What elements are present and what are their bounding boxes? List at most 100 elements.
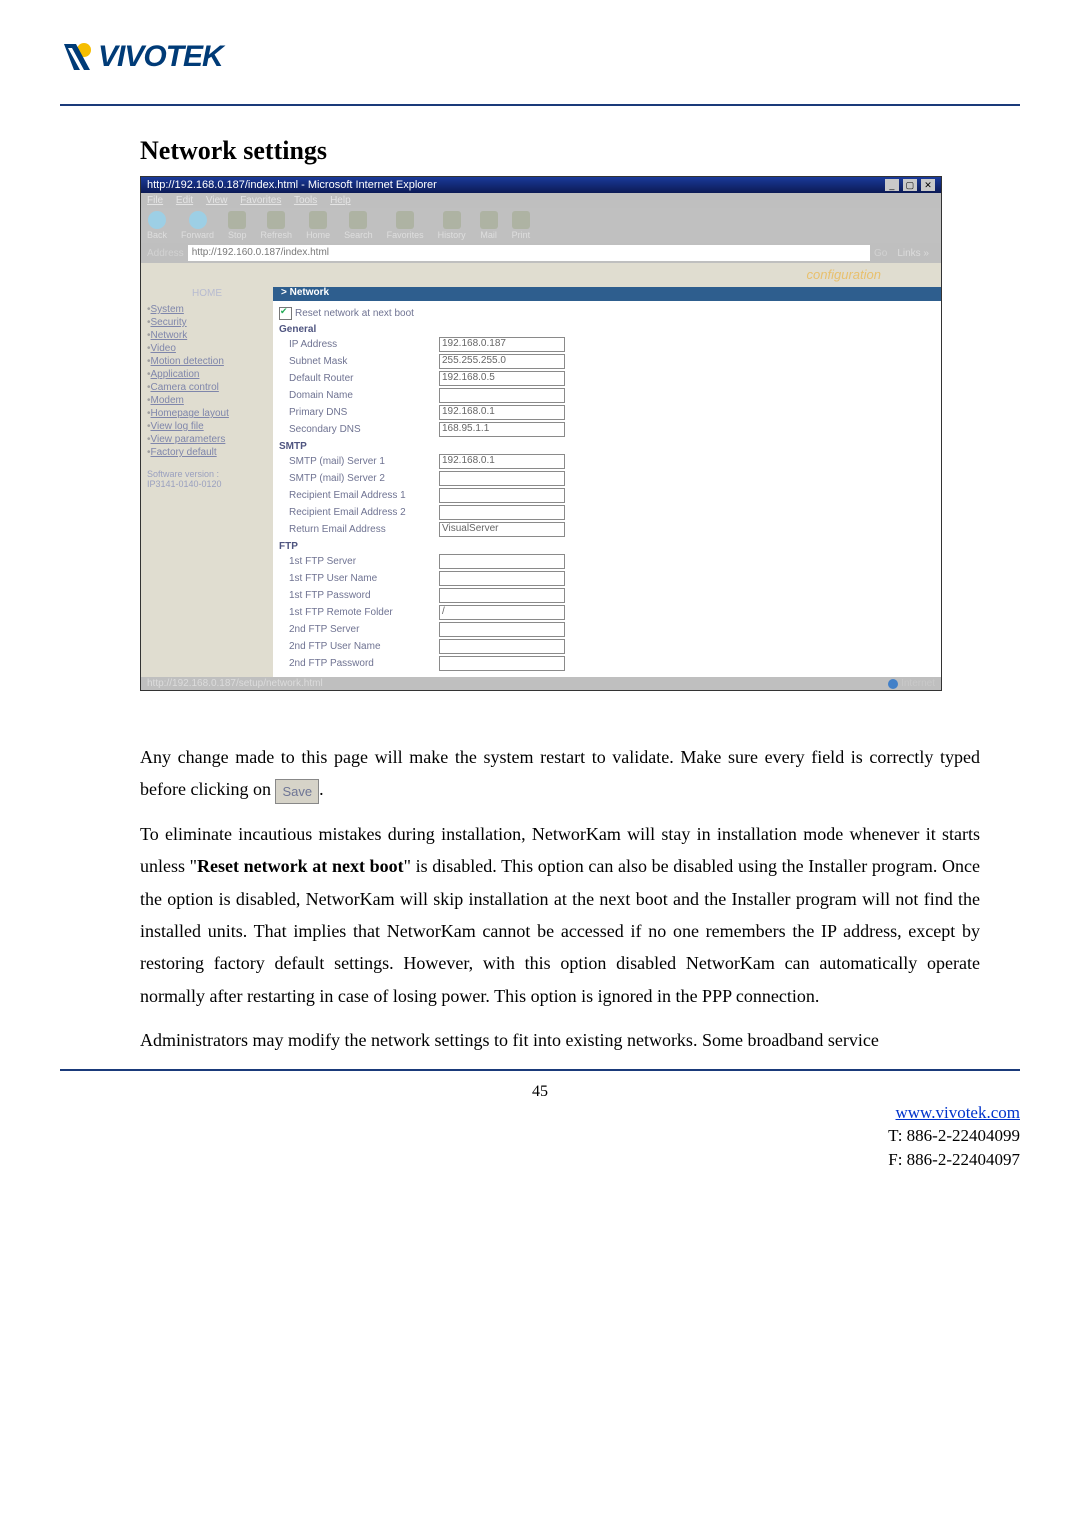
menu-file[interactable]: File [147,195,163,206]
sidebar-item-factory[interactable]: Factory default [147,446,267,459]
ftpu2-input[interactable] [439,639,565,654]
brand-logo: VIVOTEK [60,40,1020,74]
smtp2-input[interactable] [439,471,565,486]
paragraph-2: To eliminate incautious mistakes during … [140,818,980,1012]
sidebar-home[interactable]: HOME [147,288,267,299]
minimize-icon[interactable]: _ [885,179,899,191]
ret-input[interactable]: VisualServer [439,522,565,537]
domain-input[interactable] [439,388,565,403]
favorites-icon [396,211,414,229]
sidebar-item-motion[interactable]: Motion detection [147,355,267,368]
menu-help[interactable]: Help [330,195,351,206]
rcpt1-label: Recipient Email Address 1 [279,490,439,501]
maximize-icon[interactable]: ▢ [903,179,917,191]
print-button[interactable]: Print [512,211,531,240]
software-version: Software version : IP3141-0140-0120 [147,469,267,489]
home-button[interactable]: Home [306,211,330,240]
ftp2-label: 2nd FTP Server [279,624,439,635]
ftpf1-label: 1st FTP Remote Folder [279,607,439,618]
status-url: http://192.168.0.187/setup/network.html [147,678,323,689]
sidebar-item-homepage[interactable]: Homepage layout [147,407,267,420]
menu-tools[interactable]: Tools [294,195,317,206]
sidebar-item-system[interactable]: System [147,303,267,316]
search-button[interactable]: Search [344,211,373,240]
close-icon[interactable]: ✕ [921,179,935,191]
window-titlebar: http://192.168.0.187/index.html - Micros… [141,177,941,193]
dns1-input[interactable]: 192.168.0.1 [439,405,565,420]
bottom-rule [60,1069,1020,1071]
reset-bold: Reset network at next boot [197,856,404,876]
sidebar-item-viewparams[interactable]: View parameters [147,433,267,446]
refresh-button[interactable]: Refresh [261,211,293,240]
sidebar-item-security[interactable]: Security [147,316,267,329]
menu-view[interactable]: View [206,195,228,206]
smtp1-input[interactable]: 192.168.0.1 [439,454,565,469]
ftpu1-label: 1st FTP User Name [279,573,439,584]
ftp2-input[interactable] [439,622,565,637]
browser-menubar: File Edit View Favorites Tools Help [141,193,941,208]
back-button[interactable]: Back [147,211,167,240]
favorites-button[interactable]: Favorites [387,211,424,240]
router-input[interactable]: 192.168.0.5 [439,371,565,386]
menu-favorites[interactable]: Favorites [240,195,281,206]
ftp1-label: 1st FTP Server [279,556,439,567]
save-button-inline: Save [275,779,319,804]
browser-screenshot: http://192.168.0.187/index.html - Micros… [140,176,942,691]
sidebar-item-application[interactable]: Application [147,368,267,381]
stop-button[interactable]: Stop [228,211,247,240]
ip-input[interactable]: 192.168.0.187 [439,337,565,352]
sidebar-item-modem[interactable]: Modem [147,394,267,407]
ftp1-input[interactable] [439,554,565,569]
ftpf1-input[interactable]: / [439,605,565,620]
group-ftp: FTP [279,541,935,552]
stop-icon [228,211,246,229]
address-label: Address [147,248,184,259]
mask-label: Subnet Mask [279,356,439,367]
section-heading: Network settings [140,136,980,166]
rcpt1-input[interactable] [439,488,565,503]
brand-text: VIVOTEK [98,40,223,74]
mail-icon [480,211,498,229]
menu-edit[interactable]: Edit [176,195,193,206]
mask-input[interactable]: 255.255.255.0 [439,354,565,369]
sidebar-item-camera[interactable]: Camera control [147,381,267,394]
globe-icon [888,679,898,689]
history-button[interactable]: History [438,211,466,240]
top-rule [60,104,1020,106]
browser-toolbar: Back Forward Stop Refresh Home Search Fa… [141,208,941,243]
search-icon [349,211,367,229]
ftpu2-label: 2nd FTP User Name [279,641,439,652]
ftpp2-label: 2nd FTP Password [279,658,439,669]
logo-icon [60,42,94,72]
address-input[interactable]: http://192.160.0.187/index.html [188,245,870,261]
forward-button[interactable]: Forward [181,211,214,240]
ftpp1-input[interactable] [439,588,565,603]
links-label[interactable]: Links » [891,248,935,259]
window-title: http://192.168.0.187/index.html - Micros… [147,179,437,191]
config-header: configuration [273,263,941,287]
ftpp2-input[interactable] [439,656,565,671]
group-general: General [279,324,935,335]
go-button[interactable]: Go [874,248,887,259]
reset-checkbox[interactable] [279,307,292,320]
rcpt2-input[interactable] [439,505,565,520]
reset-label: Reset network at next boot [295,308,414,319]
paragraph-1: Any change made to this page will make t… [140,741,980,806]
browser-statusbar: http://192.168.0.187/setup/network.html … [141,677,941,690]
status-zone: Internet [888,678,935,689]
smtp1-label: SMTP (mail) Server 1 [279,456,439,467]
smtp2-label: SMTP (mail) Server 2 [279,473,439,484]
ftpu1-input[interactable] [439,571,565,586]
paragraph-3: Administrators may modify the network se… [140,1024,980,1056]
sidebar-item-network[interactable]: Network [147,329,267,342]
ret-label: Return Email Address [279,524,439,535]
footer-tel: T: 886-2-22404099 [888,1126,1020,1145]
sidebar-item-video[interactable]: Video [147,342,267,355]
mail-button[interactable]: Mail [480,211,498,240]
dns2-input[interactable]: 168.95.1.1 [439,422,565,437]
page-number: 45 [60,1083,1020,1101]
sidebar-item-viewlog[interactable]: View log file [147,420,267,433]
footer-url[interactable]: www.vivotek.com [896,1103,1021,1122]
ftpp1-label: 1st FTP Password [279,590,439,601]
refresh-icon [267,211,285,229]
